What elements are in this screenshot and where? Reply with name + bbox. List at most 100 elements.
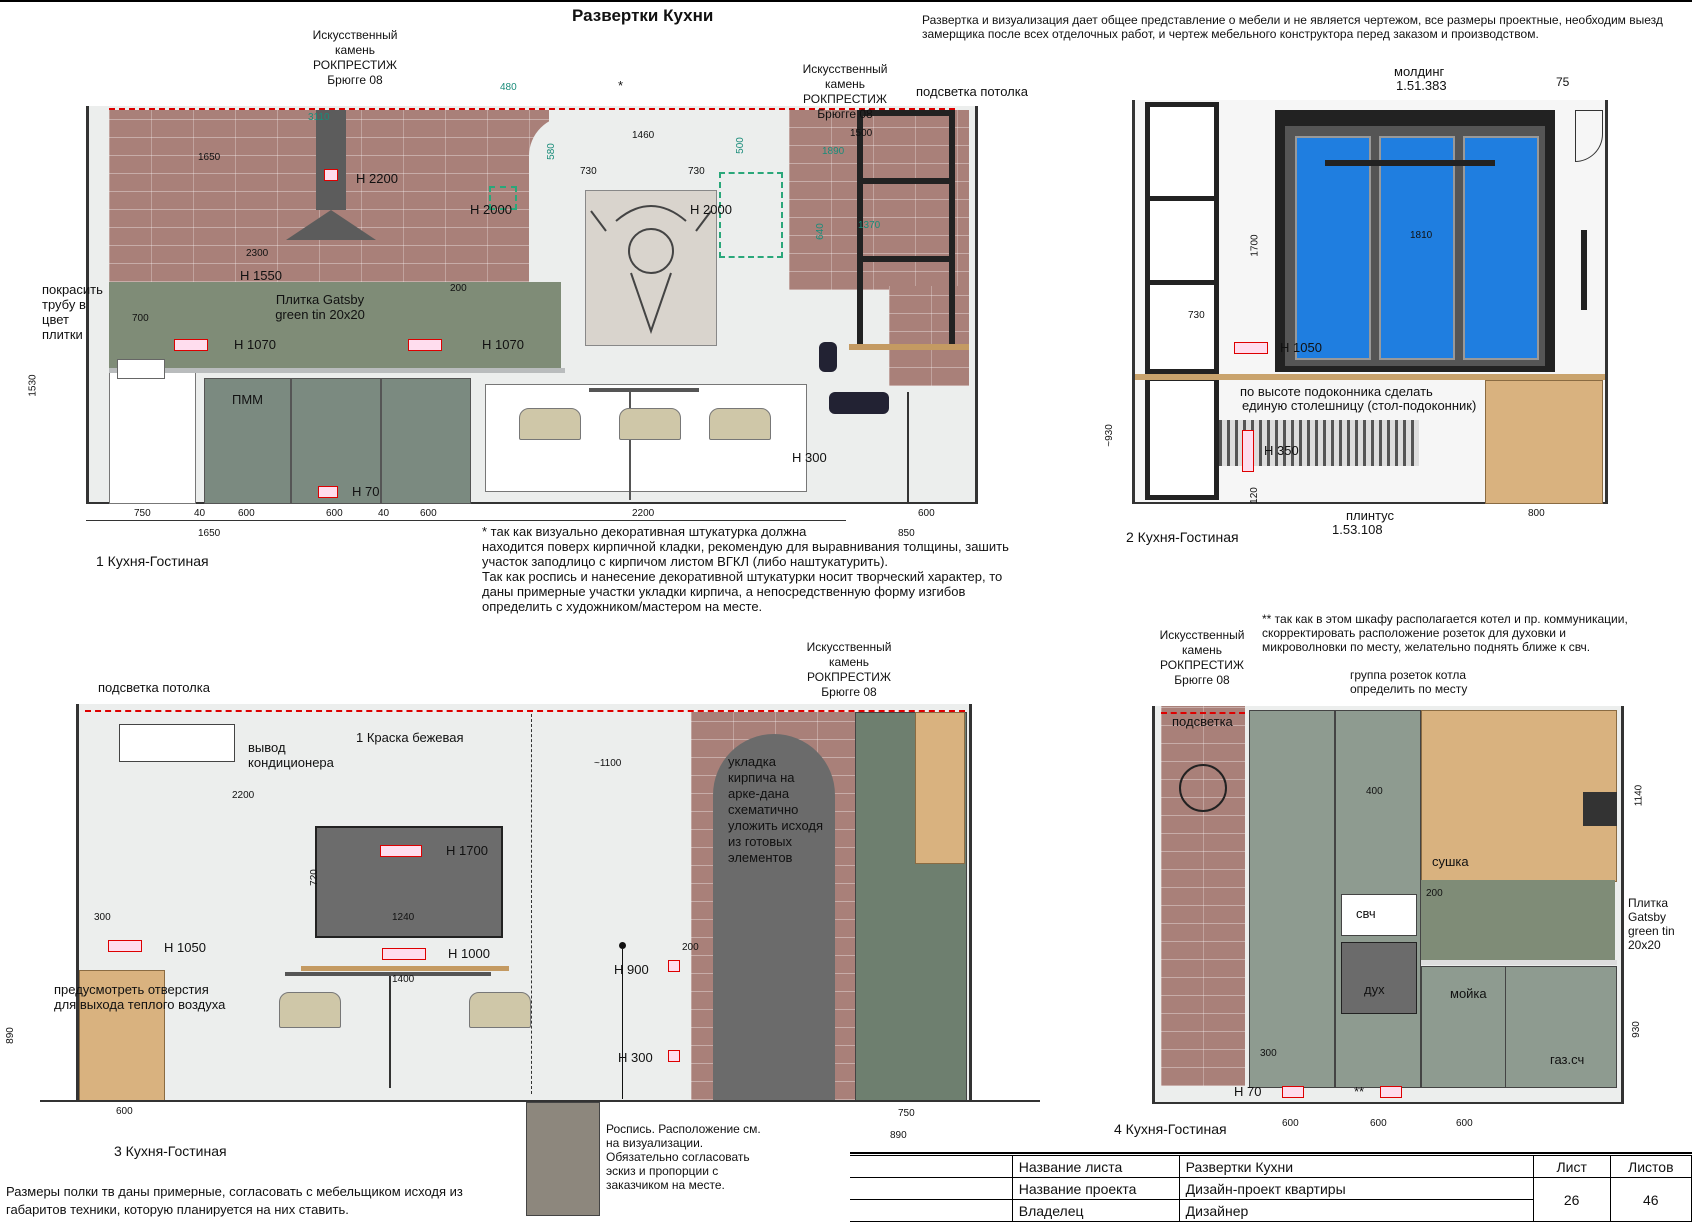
sink-label: мойка [1450, 986, 1487, 1001]
hood [1583, 792, 1617, 826]
view1-drawing [86, 106, 978, 504]
dim: 75 [1556, 75, 1570, 89]
stars-mark: ** [1354, 1084, 1365, 1099]
project-name: Дизайн-проект квартиры [1178, 1177, 1534, 1200]
view2-drawing [1132, 100, 1608, 504]
tile-backsplash [1421, 880, 1615, 962]
oven-label: дух [1364, 982, 1385, 997]
drying-label: сушка [1432, 854, 1469, 869]
note-line: * так как визуально декоративная штукату… [482, 524, 807, 539]
dim: 600 [1370, 1118, 1387, 1129]
note-line: даны примерные участки укладки кирпича, … [482, 584, 966, 599]
socket [324, 169, 338, 181]
dim: 1890 [822, 146, 845, 157]
door-handle [1581, 230, 1587, 310]
dim: 300 [94, 912, 111, 923]
top-border [0, 0, 1692, 2]
shelf [1145, 280, 1219, 285]
dim-line [476, 520, 846, 521]
window-pane-left [1295, 136, 1371, 360]
dim: 730 [580, 166, 597, 177]
sink-icon [117, 359, 165, 379]
dim: 200 [1426, 888, 1443, 899]
height-mark: H 1070 [482, 337, 524, 352]
window-pane-right [1463, 136, 1539, 360]
light-point [619, 942, 626, 949]
brick-column [1161, 706, 1245, 1086]
hood [286, 210, 376, 240]
dim: 200 [450, 283, 467, 294]
mural-thumbnail-icon [526, 1102, 600, 1216]
arch-note: укладка кирпича на арке-дана схематично … [728, 754, 824, 865]
dim-line [86, 520, 476, 521]
socket-group [382, 948, 426, 960]
dim: 930 [1630, 1021, 1642, 1038]
dim: 750 [134, 508, 151, 519]
shelf [1145, 196, 1219, 201]
disclaimer-line-1: Развертка и визуализация дает общее пред… [922, 13, 1663, 27]
dim: 600 [1282, 1118, 1299, 1129]
backlight-label: подсветка [1172, 714, 1233, 729]
boiler-sockets-note: группа розеток котла определить по месту [1350, 668, 1468, 696]
dim: 720 [308, 869, 320, 886]
height-mark: H 2000 [690, 202, 732, 217]
table-leg [629, 388, 631, 500]
countertop [1421, 960, 1617, 965]
dim: 1240 [392, 912, 415, 923]
socket-group [408, 339, 442, 351]
mural-note: Роспись. Расположение см. на визуализаци… [606, 1122, 761, 1192]
sheets-label: Листов [1609, 1155, 1692, 1178]
dim: 480 [500, 82, 517, 93]
plinth-label: плинтус [1346, 508, 1395, 523]
dim: 1400 [392, 974, 415, 985]
stone-note: Искусственный камень РОКПРЕСТИЖ Брюгге 0… [1159, 628, 1245, 687]
ac-unit [119, 724, 235, 762]
dim: 580 [545, 143, 557, 160]
sheets-number: 46 [1609, 1177, 1692, 1222]
dim: 1530 [27, 374, 39, 397]
chair-1 [279, 992, 341, 1028]
shelf-1 [857, 178, 955, 184]
tile-label: Плитка Gatsby green tin 20х20 [275, 292, 365, 322]
note-star: * так как визуально декоративная штукату… [482, 524, 1009, 614]
dim: 1370 [858, 220, 881, 231]
dim: 1140 [1633, 784, 1645, 807]
socket-group [1234, 342, 1268, 354]
dim: 640 [814, 223, 826, 240]
left-lower-shelf [1145, 376, 1219, 500]
hanging-rail [1325, 160, 1495, 166]
height-mark: H 1000 [448, 946, 490, 961]
ceiling-light-label: подсветка потолка [916, 84, 1028, 99]
dim: 730 [688, 166, 705, 177]
view4-drawing [1152, 706, 1624, 1104]
socket [668, 1050, 680, 1062]
dim: ~1100 [594, 758, 622, 769]
tile-label: Плитка Gatsby green tin 20х20 [1628, 896, 1675, 952]
chair-1 [519, 408, 581, 440]
stone-note-1: Искусственный камень РОКПРЕСТИЖ Брюгге 0… [312, 28, 398, 87]
chair-2 [469, 992, 531, 1028]
dim: 2200 [632, 508, 655, 519]
socket-group [380, 845, 422, 857]
gas-label: газ.сч [1550, 1052, 1585, 1067]
project-label: Название проекта [1011, 1177, 1180, 1200]
height-mark: H 70 [1234, 1084, 1262, 1099]
axis-line [531, 714, 532, 1094]
height-mark: H 1050 [1280, 340, 1322, 355]
dim: 600 [420, 508, 437, 519]
page-title: Развертки Кухни [572, 6, 714, 25]
dim: 200 [682, 942, 699, 953]
height-mark: H 70 [352, 484, 380, 499]
sheet-name: Развертки Кухни [1178, 1155, 1534, 1178]
height-mark: H 300 [792, 450, 827, 465]
sink-cabinet [109, 370, 196, 504]
dim: 730 [1188, 310, 1205, 321]
hood-pipe [316, 110, 346, 210]
dim: 1500 [850, 128, 873, 139]
height-mark: H 1700 [446, 843, 488, 858]
end-cabinet [381, 378, 471, 504]
stamp-border [850, 1152, 1692, 1154]
dim: 600 [918, 508, 935, 519]
view4-label: 4 Кухня-Гостиная [1114, 1121, 1227, 1137]
height-mark: H 1070 [234, 337, 276, 352]
